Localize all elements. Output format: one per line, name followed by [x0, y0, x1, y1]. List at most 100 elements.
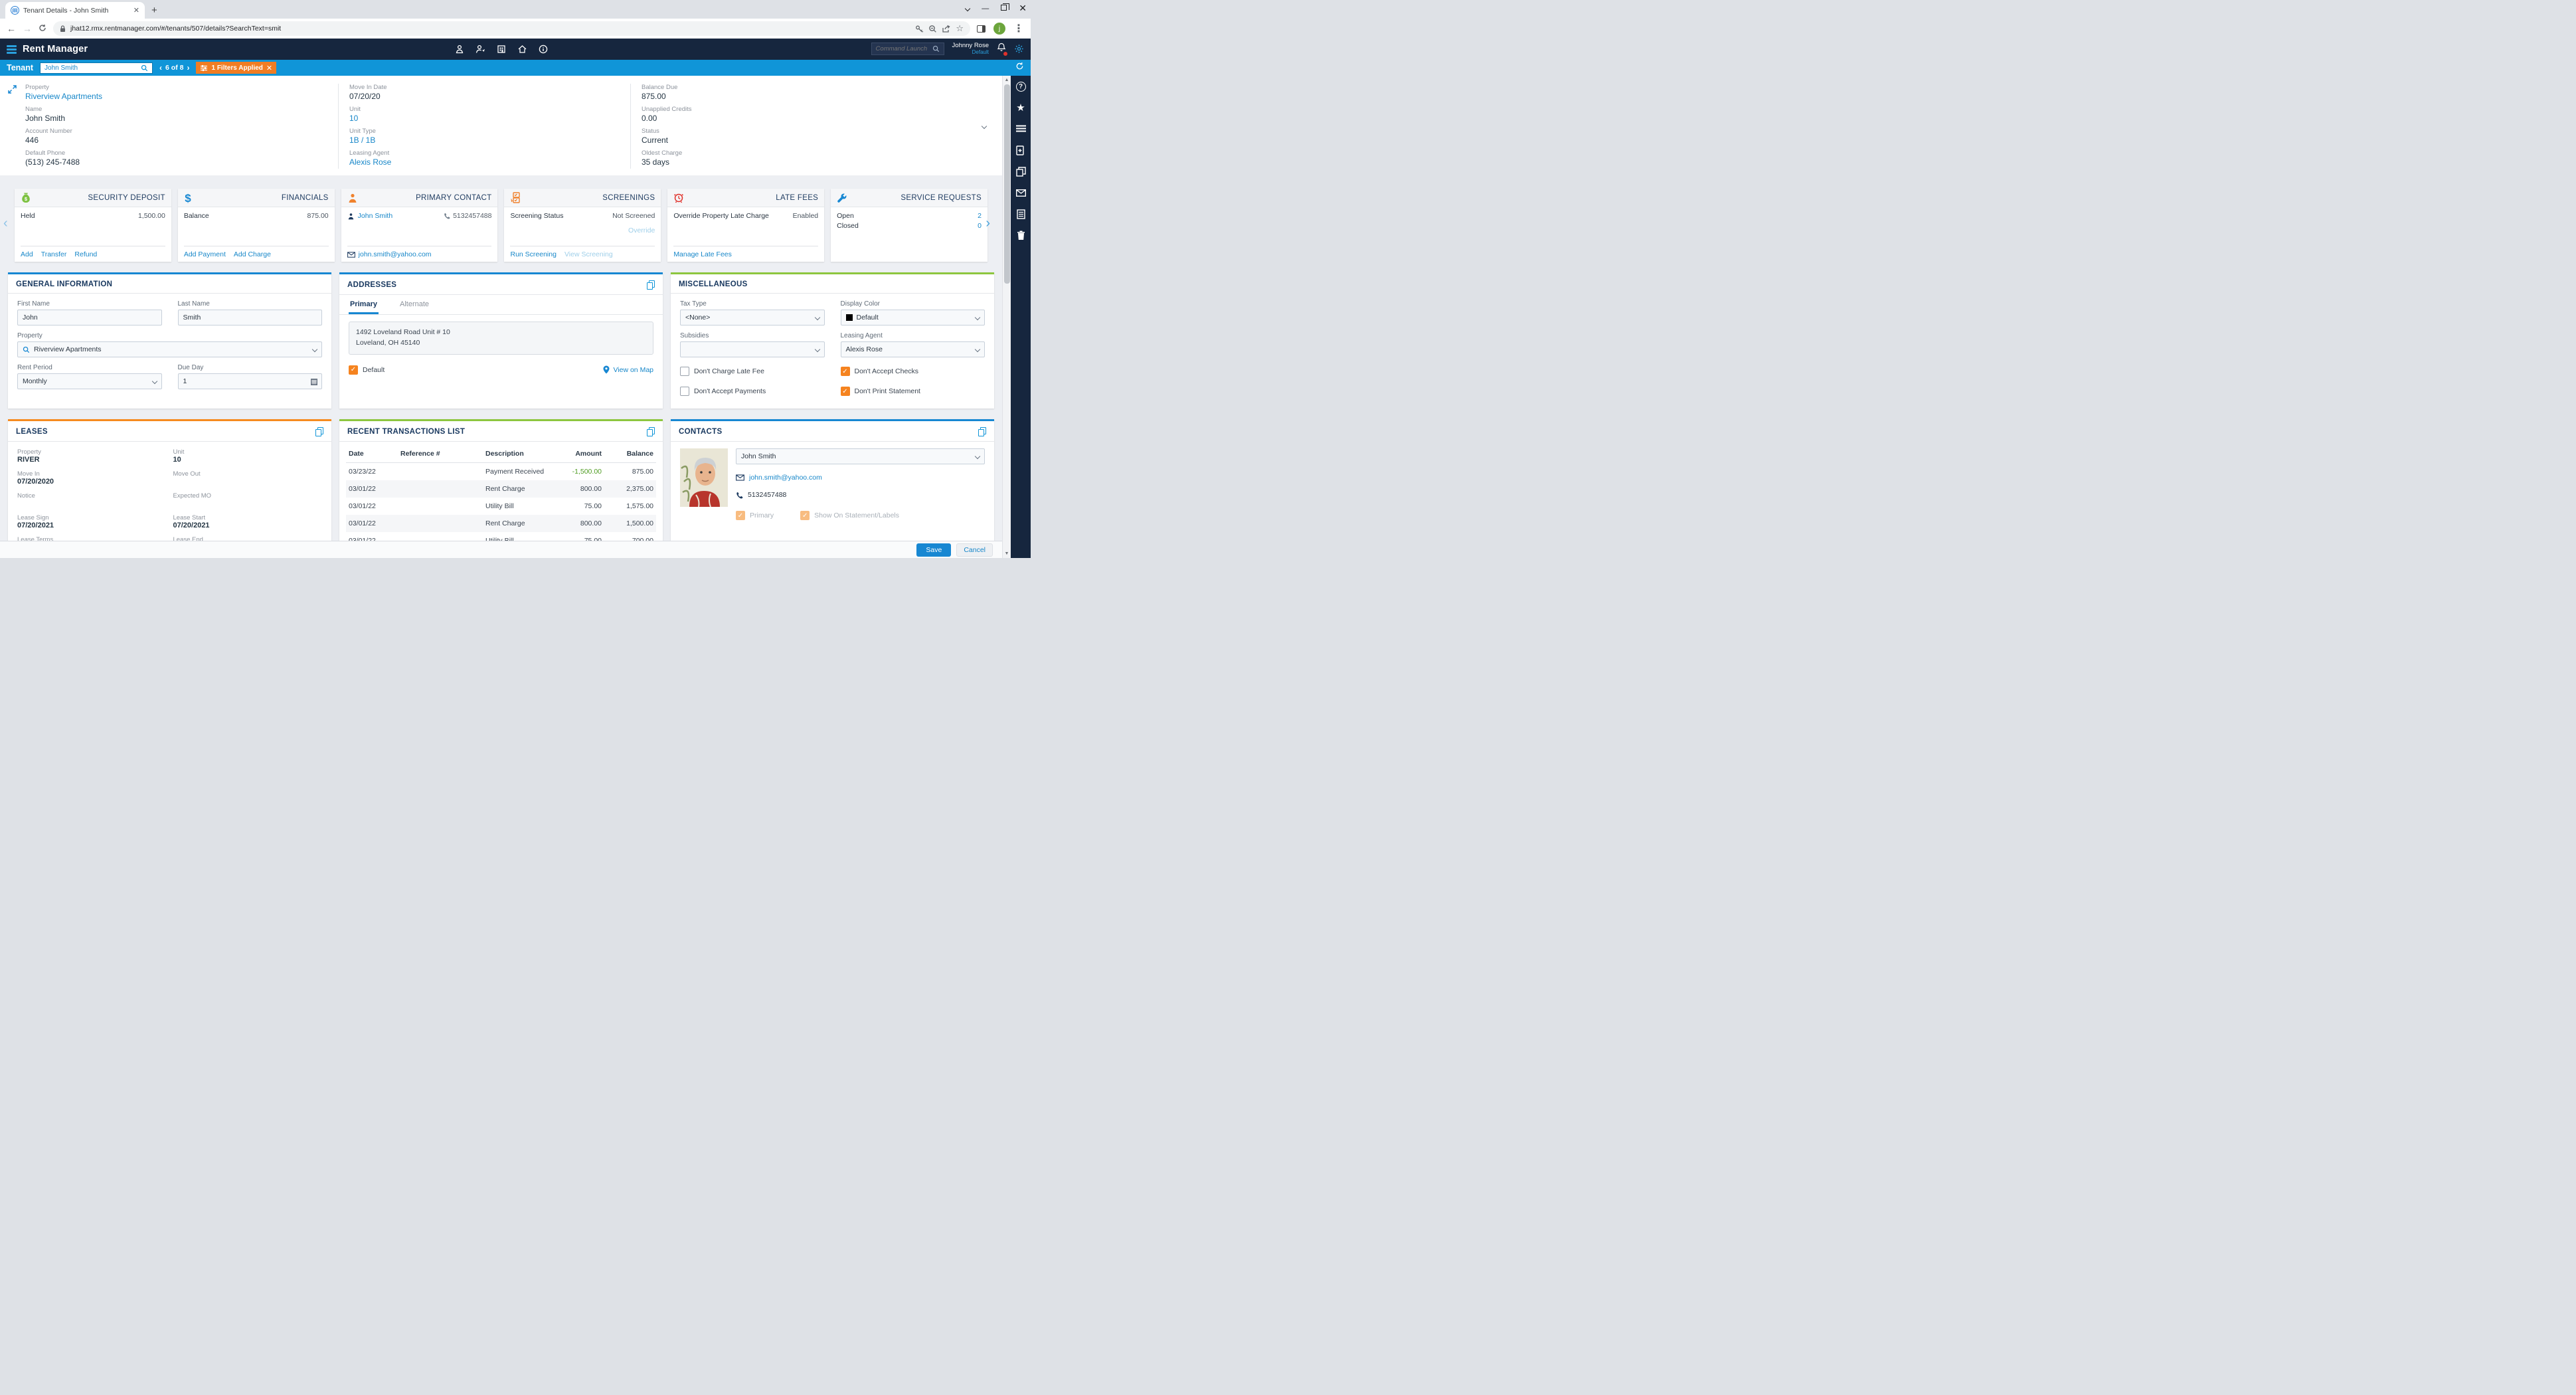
cards-next-icon[interactable]: › [986, 217, 990, 230]
copy-contacts-icon[interactable] [978, 427, 986, 436]
clear-filters-icon[interactable]: ✕ [266, 64, 272, 72]
command-launch-search-icon[interactable] [932, 45, 940, 52]
refresh-icon[interactable] [1015, 62, 1024, 74]
property-select[interactable]: Riverview Apartments [17, 341, 322, 357]
primary-contact-phone[interactable]: 5132457488 [453, 212, 491, 220]
cancel-button[interactable]: Cancel [956, 543, 993, 557]
side-panel-icon[interactable] [977, 25, 986, 33]
first-name-field[interactable] [17, 310, 162, 326]
tenant-search-icon[interactable] [141, 64, 148, 72]
tenant-search-input[interactable] [44, 64, 137, 72]
key-icon[interactable] [915, 25, 924, 33]
prospect-icon[interactable] [475, 45, 485, 54]
window-close-button[interactable]: ✕ [1019, 3, 1027, 14]
table-row[interactable]: 03/01/22 Utility Bill 75.00 1,575.00 [346, 498, 656, 515]
expand-icon[interactable] [8, 85, 17, 97]
share-icon[interactable] [942, 25, 951, 33]
info-icon[interactable] [539, 45, 548, 54]
last-name-field[interactable] [177, 310, 322, 326]
col-description[interactable]: Description [485, 450, 545, 458]
vertical-scrollbar[interactable]: ▲ ▼ [1002, 76, 1011, 558]
cards-prev-icon[interactable]: ‹ [3, 217, 8, 230]
dont-accept-payments-checkbox[interactable]: Don't Accept Payments [680, 387, 825, 396]
contact-phone-value[interactable]: 5132457488 [748, 491, 786, 499]
copy-addresses-icon[interactable] [647, 280, 655, 290]
prev-record-button[interactable]: ‹ [159, 63, 162, 72]
summary-collapse-chevron-icon[interactable] [981, 120, 987, 132]
trash-icon[interactable] [1015, 230, 1027, 240]
url-field[interactable]: jhat12.rmx.rentmanager.com/#/tenants/507… [53, 21, 970, 36]
leasing-agent-select[interactable]: Alexis Rose [840, 341, 985, 357]
tab-alternate-address[interactable]: Alternate [398, 295, 430, 314]
default-address-checkbox[interactable]: ✓ Default [349, 365, 385, 375]
filters-applied-chip[interactable]: 1 Filters Applied ✕ [196, 62, 277, 74]
summary-agent-link[interactable]: Alexis Rose [349, 157, 630, 167]
new-tab-button[interactable]: + [151, 5, 157, 16]
back-button[interactable]: ← [7, 24, 16, 33]
scroll-up-icon[interactable]: ▲ [1005, 76, 1009, 84]
table-row[interactable]: 03/23/22 Payment Received -1,500.00 875.… [346, 463, 656, 480]
tab-primary-address[interactable]: Primary [349, 295, 379, 314]
primary-contact-name-link[interactable]: John Smith [358, 212, 393, 220]
window-minimize-button[interactable]: — [982, 5, 989, 13]
summary-unit-link[interactable]: 10 [349, 114, 630, 123]
add-charge-link[interactable]: Add Charge [234, 250, 271, 258]
save-button[interactable]: Save [916, 543, 952, 557]
add-deposit-link[interactable]: Add [21, 250, 33, 258]
manage-late-fees-link[interactable]: Manage Late Fees [673, 250, 732, 258]
bookmark-star-icon[interactable]: ☆ [956, 23, 964, 34]
table-row[interactable]: 03/01/22 Rent Charge 800.00 2,375.00 [346, 480, 656, 498]
view-screening-link[interactable]: View Screening [564, 250, 613, 258]
col-amount[interactable]: Amount [545, 450, 602, 458]
dont-print-statement-checkbox[interactable]: ✓ Don't Print Statement [840, 387, 986, 396]
favorites-star-icon[interactable]: ★ [1015, 102, 1027, 113]
tax-type-select[interactable]: <None> [680, 310, 825, 326]
col-date[interactable]: Date [349, 450, 400, 458]
zoom-out-icon[interactable] [928, 25, 937, 33]
properties-icon[interactable] [497, 45, 506, 54]
open-requests-value[interactable]: 2 [978, 212, 982, 220]
forward-button[interactable]: → [23, 24, 32, 33]
run-screening-link[interactable]: Run Screening [510, 250, 556, 258]
scrollbar-thumb[interactable] [1003, 84, 1010, 284]
list-icon[interactable] [1015, 124, 1027, 134]
add-document-icon[interactable] [1015, 145, 1027, 155]
refund-deposit-link[interactable]: Refund [74, 250, 97, 258]
view-on-map-link[interactable]: View on Map [603, 365, 653, 374]
address-textarea[interactable]: 1492 Loveland Road Unit # 10 Loveland, O… [349, 322, 653, 355]
scroll-down-icon[interactable]: ▼ [1005, 549, 1009, 558]
tenant-search-box[interactable] [40, 62, 153, 74]
browser-menu-icon[interactable]: ⋮ [1013, 22, 1024, 35]
tab-search-icon[interactable] [965, 5, 971, 13]
primary-contact-email-link[interactable]: john.smith@yahoo.com [359, 250, 432, 258]
tenant-icon[interactable] [455, 45, 464, 54]
summary-unittype-link[interactable]: 1B / 1B [349, 136, 630, 145]
tab-close-icon[interactable]: ✕ [133, 6, 139, 15]
report-icon[interactable] [1015, 209, 1027, 219]
transfer-deposit-link[interactable]: Transfer [41, 250, 67, 258]
command-launch-box[interactable] [871, 43, 944, 56]
due-day-field[interactable] [177, 373, 322, 389]
copy-transactions-icon[interactable] [647, 427, 655, 436]
calendar-icon[interactable] [310, 377, 318, 389]
contact-email-link[interactable]: john.smith@yahoo.com [749, 474, 822, 482]
col-balance[interactable]: Balance [602, 450, 653, 458]
dont-accept-checks-checkbox[interactable]: ✓ Don't Accept Checks [840, 367, 986, 376]
dont-charge-late-fee-checkbox[interactable]: Don't Charge Late Fee [680, 367, 825, 376]
summary-property-link[interactable]: Riverview Apartments [25, 92, 338, 101]
add-payment-link[interactable]: Add Payment [184, 250, 226, 258]
copy-pages-icon[interactable] [1015, 166, 1027, 177]
window-restore-button[interactable] [1001, 3, 1010, 13]
next-record-button[interactable]: › [187, 63, 189, 72]
home-icon[interactable] [517, 45, 527, 54]
user-menu[interactable]: Johnny Rose Default [952, 42, 989, 55]
browser-tab[interactable]: Tenant Details - John Smith ✕ [5, 2, 145, 19]
col-reference[interactable]: Reference # [400, 450, 485, 458]
reload-button[interactable] [39, 24, 46, 33]
rent-period-select[interactable]: Monthly [17, 373, 162, 389]
main-menu-icon[interactable] [7, 45, 17, 54]
subsidies-select[interactable] [680, 341, 825, 357]
copy-leases-icon[interactable] [315, 427, 323, 436]
closed-requests-value[interactable]: 0 [978, 222, 982, 230]
contact-select[interactable]: John Smith [736, 448, 985, 464]
